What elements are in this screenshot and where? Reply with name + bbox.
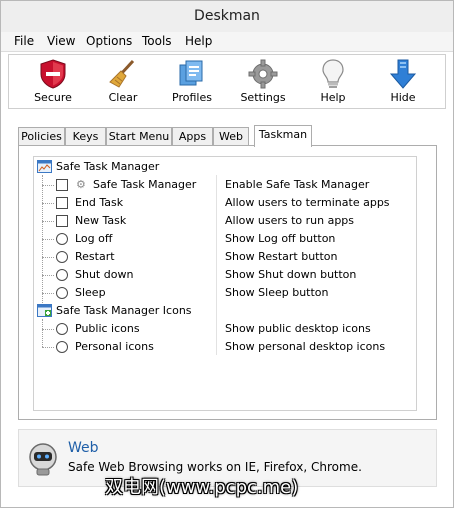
down-arrow-icon [389,59,417,89]
watermark: 双电网(www.pcpc.me) [105,477,299,498]
tree-line [42,347,54,348]
menu-help[interactable]: Help [185,34,212,48]
row-name: Safe Task Manager [93,178,197,191]
tree-line [42,239,54,240]
tree-row[interactable]: New Task Allow users to run apps [34,212,416,230]
taskman-tree: Safe Task Manager ⚙ Safe Task Manager En… [33,156,417,411]
tree-row[interactable]: Sleep Show Sleep button [34,284,416,302]
clear-button[interactable]: Clear [91,55,155,108]
help-button[interactable]: Help [301,55,365,108]
clear-label: Clear [108,91,138,104]
taskman-panel: Safe Task Manager ⚙ Safe Task Manager En… [18,145,437,420]
info-text: Safe Web Browsing works on IE, Firefox, … [68,460,362,474]
row-name: Public icons [75,322,140,335]
menu-view[interactable]: View [47,34,75,48]
tab-web[interactable]: Web [213,127,249,146]
deskman-window: Deskman File View Options Tools Help Sec… [0,0,454,508]
tree-line [42,257,54,258]
tree-row[interactable]: ⚙ Safe Task Manager Enable Safe Task Man… [34,176,416,194]
settings-button[interactable]: Settings [231,55,295,108]
log-off-radio[interactable] [56,233,68,245]
gear-icon [248,59,278,89]
tab-taskman[interactable]: Taskman [254,125,312,147]
new-task-checkbox[interactable] [56,215,68,227]
sleep-radio[interactable] [56,287,68,299]
group-title: Safe Task Manager Icons [56,304,192,317]
row-description: Show personal desktop icons [225,340,386,353]
tab-policies[interactable]: Policies [18,127,65,146]
tree-row[interactable]: Restart Show Restart button [34,248,416,266]
tab-keys[interactable]: Keys [65,127,106,146]
group-header-safe-task-manager-icons[interactable]: Safe Task Manager Icons [34,302,416,320]
tree-line [42,293,54,294]
row-description: Show Restart button [225,250,338,263]
menu-tools[interactable]: Tools [142,34,172,48]
tab-start-menu[interactable]: Start Menu [106,127,172,146]
window-title: Deskman [1,1,453,32]
row-name: Shut down [75,268,134,281]
toolbar: Secure Clear Profiles Settings Help Hide [8,54,446,109]
help-label: Help [320,91,346,104]
task-manager-icon [37,160,52,173]
lightbulb-icon [322,59,344,88]
secure-label: Secure [34,91,72,104]
safe-task-manager-checkbox[interactable] [56,179,68,191]
desktop-icons-icon [37,304,52,317]
info-title[interactable]: Web [68,440,99,456]
profiles-icon [179,60,203,86]
row-description: Allow users to run apps [225,214,355,227]
profiles-button[interactable]: Profiles [160,55,224,108]
profiles-label: Profiles [172,91,212,104]
shut-down-radio[interactable] [56,269,68,281]
end-task-checkbox[interactable] [56,197,68,209]
tree-row[interactable]: End Task Allow users to terminate apps [34,194,416,212]
row-name: Personal icons [75,340,154,353]
tree-line [42,185,54,186]
row-name: Log off [75,232,113,245]
row-name: Restart [75,250,115,263]
gear-icon: ⚙ [76,178,86,191]
tree-row[interactable]: Shut down Show Shut down button [34,266,416,284]
row-description: Show Log off button [225,232,336,245]
personal-icons-radio[interactable] [56,341,68,353]
tree-row[interactable]: Personal icons Show personal desktop ico… [34,338,416,356]
shield-icon [40,59,66,89]
row-description: Enable Safe Task Manager [225,178,370,191]
secure-button[interactable]: Secure [21,55,85,108]
row-description: Allow users to terminate apps [225,196,390,209]
row-name: New Task [75,214,127,227]
menu-file[interactable]: File [14,34,34,48]
menu-options[interactable]: Options [86,34,132,48]
group-title: Safe Task Manager [56,160,160,173]
row-name: End Task [75,196,124,209]
hide-label: Hide [390,91,416,104]
public-icons-radio[interactable] [56,323,68,335]
restart-radio[interactable] [56,251,68,263]
settings-label: Settings [240,91,286,104]
robot-icon [29,443,57,476]
tree-line [42,275,54,276]
tree-line [42,203,54,204]
row-description: Show Shut down button [225,268,357,281]
group-header-safe-task-manager[interactable]: Safe Task Manager [34,158,416,176]
tab-apps[interactable]: Apps [172,127,213,146]
row-name: Sleep [75,286,106,299]
menu-bar: File View Options Tools Help [1,32,453,52]
row-description: Show public desktop icons [225,322,371,335]
row-description: Show Sleep button [225,286,329,299]
tree-row[interactable]: Public icons Show public desktop icons [34,320,416,338]
tree-row[interactable]: Log off Show Log off button [34,230,416,248]
tree-line [42,221,54,222]
hide-button[interactable]: Hide [371,55,435,108]
tree-line [42,329,54,330]
broom-icon [109,59,135,88]
